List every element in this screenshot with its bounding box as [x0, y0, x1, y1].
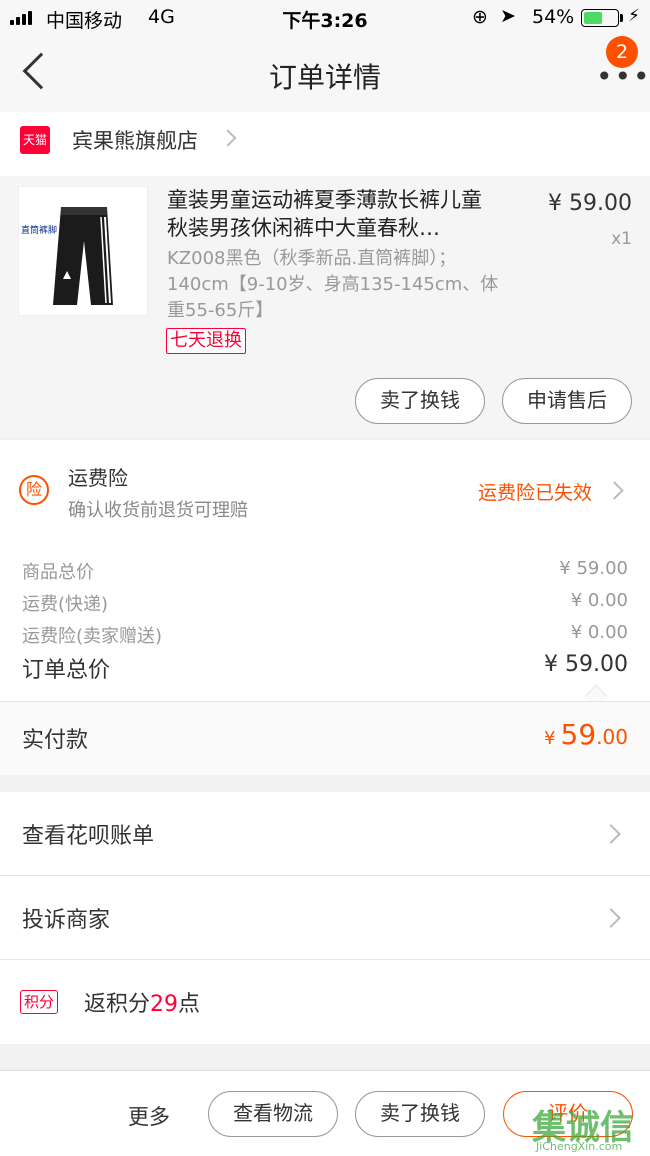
insurance-subtitle: 确认收货前退货可理赔: [68, 500, 248, 521]
sell-for-cash-button[interactable]: 卖了换钱: [355, 378, 485, 424]
order-total-value: ¥ 59.00: [544, 652, 628, 677]
nav-bar: 订单详情 ••• 2: [0, 36, 650, 112]
product-sku: KZ008黑色（秋季新品.直筒裤脚）；140cm【9-10岁、身高135-145…: [167, 248, 499, 321]
charging-icon: ⚡: [628, 6, 640, 26]
actual-payment-amount: ¥ 59.00: [544, 718, 628, 751]
summary-row-shipping: 运费(快递) ¥ 0.00: [22, 590, 628, 616]
points-text: 返积分29点: [84, 986, 200, 1018]
insurance-icon: 险: [19, 475, 49, 505]
page-title: 订单详情: [268, 61, 381, 94]
amount-decimal: .00: [596, 725, 628, 749]
battery-percent: 54%: [532, 6, 575, 28]
points-row: 积分 返积分29点: [0, 960, 650, 1044]
points-number: 29: [150, 992, 179, 1017]
view-logistics-button[interactable]: 查看物流: [208, 1091, 338, 1137]
complain-seller-label: 投诉商家: [22, 908, 111, 933]
summary-label: 运费(快递): [22, 594, 109, 615]
status-bar: 中国移动 4G 下午3:26 ⊕ ➤ 54% ⚡: [0, 0, 650, 36]
summary-label: 商品总价: [22, 562, 94, 583]
product-name[interactable]: 童装男童运动裤夏季薄款长裤儿童秋装男孩休闲裤中大童春秋…: [167, 186, 497, 242]
huabei-bill-row[interactable]: 查看花呗账单: [0, 792, 650, 876]
product-quantity: x1: [611, 229, 632, 249]
amount-integer: 59: [560, 718, 597, 751]
points-icon: 积分: [20, 990, 59, 1014]
summary-value: ¥ 59.00: [559, 558, 628, 579]
summary-label: 运费险(卖家赠送): [22, 626, 163, 647]
more-button[interactable]: 更多: [128, 1101, 170, 1131]
product-thumbnail[interactable]: 直筒裤脚: [18, 186, 148, 316]
chevron-right-icon: [601, 908, 621, 928]
actual-payment-row: 实付款 ¥ 59.00: [0, 701, 650, 775]
shipping-insurance-row[interactable]: 险 运费险 确认收货前退货可理赔 运费险已失效: [0, 440, 650, 536]
chevron-right-icon: [601, 824, 621, 844]
points-prefix: 返积分: [84, 992, 151, 1017]
after-sale-button[interactable]: 申请售后: [502, 378, 632, 424]
seven-day-return-tag: 七天退换: [166, 328, 246, 354]
complain-seller-row[interactable]: 投诉商家: [0, 876, 650, 960]
insurance-status: 运费险已失效: [478, 482, 593, 504]
chevron-right-icon: [605, 481, 624, 500]
summary-value: ¥ 0.00: [570, 590, 628, 611]
actual-payment-label: 实付款: [22, 728, 89, 753]
currency-symbol: ¥: [544, 728, 556, 749]
insurance-title: 运费险: [68, 466, 128, 490]
watermark-logo: 集诚信 JiChengXin.com: [532, 1100, 648, 1154]
order-total-label: 订单总价: [22, 658, 111, 683]
product-item[interactable]: 直筒裤脚 童装男童运动裤夏季薄款长裤儿童秋装男孩休闲裤中大童春秋… KZ008黑…: [0, 176, 650, 438]
pants-image-icon: [53, 207, 113, 305]
points-suffix: 点: [178, 992, 201, 1017]
sell-for-cash-button[interactable]: 卖了换钱: [355, 1091, 485, 1137]
summary-row-total: 订单总价 ¥ 59.00: [22, 652, 628, 684]
watermark-url: JiChengXin.com: [536, 1140, 623, 1153]
chevron-right-icon: [219, 129, 237, 147]
battery-icon: [581, 9, 619, 27]
shop-name: 宾果熊旗舰店: [72, 129, 198, 153]
navigation-icon: ➤: [500, 5, 516, 27]
message-badge: 2: [606, 36, 638, 68]
summary-value: ¥ 0.00: [570, 622, 628, 643]
shop-row[interactable]: 天猫 宾果熊旗舰店: [0, 112, 650, 176]
huabei-bill-label: 查看花呗账单: [22, 824, 155, 849]
price-summary: 商品总价 ¥ 59.00 运费(快递) ¥ 0.00 运费险(卖家赠送) ¥ 0…: [0, 536, 650, 708]
summary-row-insurance: 运费险(卖家赠送) ¥ 0.00: [22, 622, 628, 648]
summary-row-goods: 商品总价 ¥ 59.00: [22, 558, 628, 584]
location-lock-icon: ⊕: [472, 6, 488, 28]
product-price: ¥ 59.00: [548, 191, 632, 216]
tmall-icon: 天猫: [20, 126, 50, 154]
battery-tip: [620, 14, 623, 22]
